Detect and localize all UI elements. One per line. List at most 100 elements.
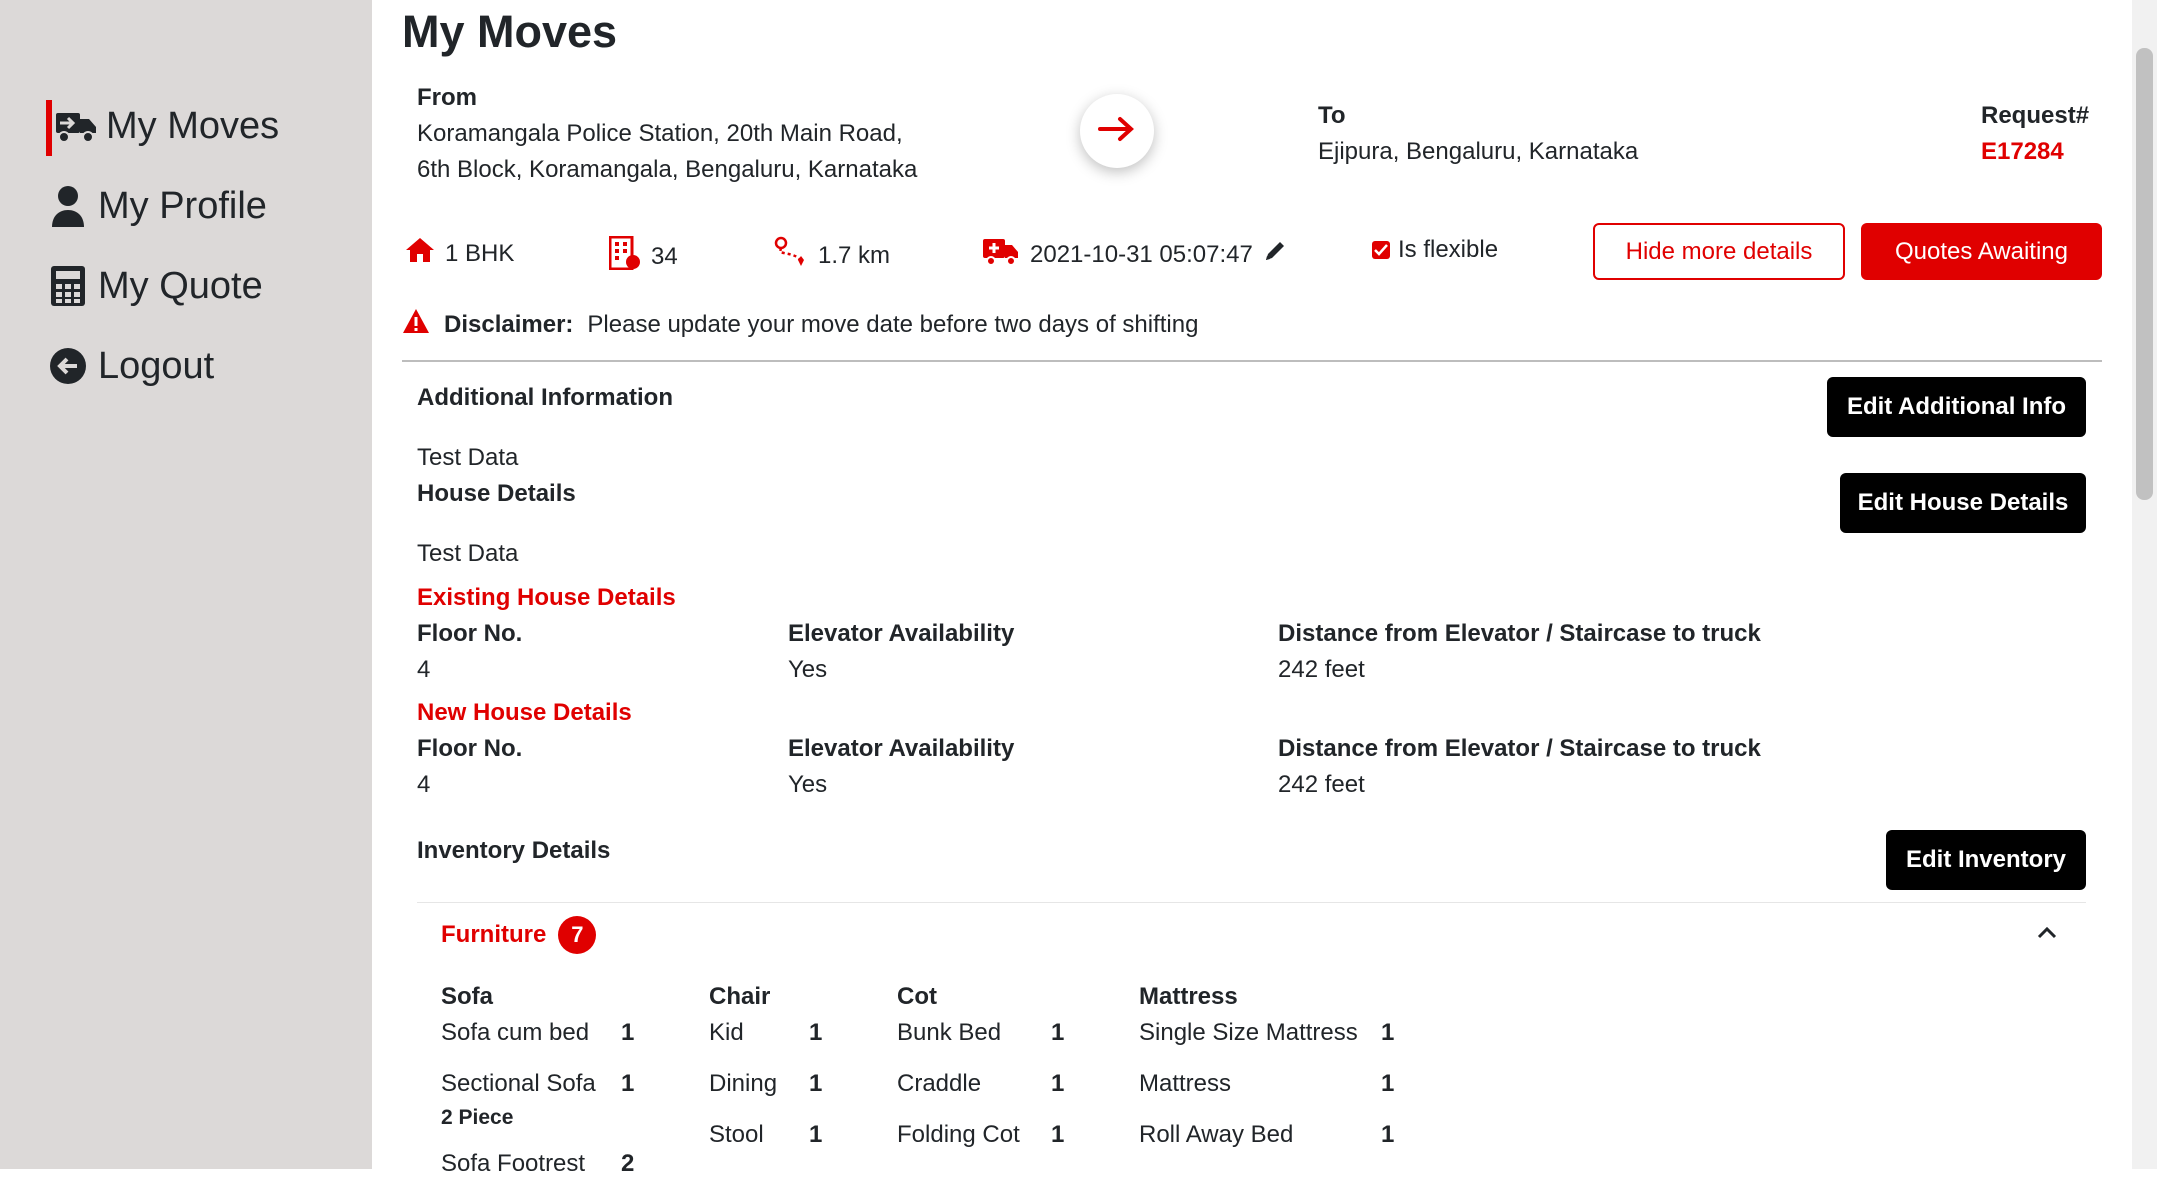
existing-elevator-label: Elevator Availability xyxy=(788,620,1015,647)
vertical-scrollbar[interactable] xyxy=(2132,0,2157,1169)
sidebar-item-label: My Quote xyxy=(98,264,263,307)
arrow-right-icon xyxy=(1098,116,1136,147)
building-icon xyxy=(608,235,641,277)
scrollbar-thumb[interactable] xyxy=(2136,48,2153,500)
item-name: Roll Away Bed xyxy=(1139,1121,1294,1148)
item-qty: 1 xyxy=(1381,1121,1395,1148)
existing-house-title: Existing House Details xyxy=(417,584,676,611)
calculator-icon xyxy=(46,264,90,308)
item-name: Folding Cot xyxy=(897,1121,1020,1148)
item-name: Stool xyxy=(709,1121,764,1148)
item-qty: 1 xyxy=(1051,1070,1065,1097)
item-name: Mattress xyxy=(1139,1070,1232,1097)
item-qty: 1 xyxy=(809,1070,823,1097)
existing-elevator-value: Yes xyxy=(788,656,828,683)
from-address-line2: 6th Block, Koramangala, Bengaluru, Karna… xyxy=(417,156,918,183)
item-subtype: 2 Piece xyxy=(441,1106,514,1129)
disclaimer-label: Disclaimer: xyxy=(444,310,574,338)
existing-floor-value: 4 xyxy=(417,656,431,683)
category-title: Furniture xyxy=(441,921,547,948)
request-id[interactable]: E17284 xyxy=(1981,138,2064,166)
existing-distance-label: Distance from Elevator / Staircase to tr… xyxy=(1278,620,1761,647)
new-distance-label: Distance from Elevator / Staircase to tr… xyxy=(1278,735,1761,762)
group-title-cot: Cot xyxy=(897,983,937,1010)
warning-icon xyxy=(402,308,430,341)
distance-value: 1.7 km xyxy=(818,241,891,269)
sidebar: My Moves My Profile My Quote Logout xyxy=(0,0,372,1169)
sidebar-item-label: My Moves xyxy=(106,104,280,147)
item-qty: 1 xyxy=(1051,1019,1065,1046)
item-qty: 1 xyxy=(1381,1019,1395,1046)
distance-stat: 1.7 km xyxy=(774,236,890,275)
new-house-title: New House Details xyxy=(417,699,632,726)
quotes-awaiting-button[interactable]: Quotes Awaiting xyxy=(1861,223,2102,280)
sidebar-item-logout[interactable]: Logout xyxy=(46,344,214,388)
item-name: Sectional Sofa xyxy=(441,1070,596,1097)
item-qty: 1 xyxy=(621,1070,635,1097)
direction-arrow xyxy=(1080,94,1154,168)
group-title-sofa: Sofa xyxy=(441,983,494,1010)
home-icon xyxy=(405,236,435,271)
edit-additional-info-button[interactable]: Edit Additional Info xyxy=(1827,377,2086,437)
item-name: Sofa Footrest xyxy=(441,1150,586,1177)
truck-arrow-icon xyxy=(54,104,98,148)
edit-house-details-button[interactable]: Edit House Details xyxy=(1840,473,2086,533)
item-qty: 1 xyxy=(621,1019,635,1046)
item-name: Single Size Mattress xyxy=(1139,1019,1358,1046)
from-label: From xyxy=(417,84,477,111)
from-address-line1: Koramangala Police Station, 20th Main Ro… xyxy=(417,120,903,147)
move-date-stat: 2021-10-31 05:07:47 xyxy=(982,236,1287,273)
group-title-mattress: Mattress xyxy=(1139,983,1238,1010)
new-floor-label: Floor No. xyxy=(417,735,523,762)
item-name: Bunk Bed xyxy=(897,1019,1002,1046)
page-title: My Moves xyxy=(402,6,618,57)
flexible-stat: Is flexible xyxy=(1372,236,1498,264)
item-name: Dining xyxy=(709,1070,778,1097)
existing-distance-value: 242 feet xyxy=(1278,656,1365,683)
category-count-badge: 7 xyxy=(558,916,597,954)
to-label: To xyxy=(1318,102,1346,129)
item-qty: 1 xyxy=(809,1019,823,1046)
move-datetime: 2021-10-31 05:07:47 xyxy=(1030,240,1253,268)
request-label: Request# xyxy=(1981,102,2090,129)
additional-info-value: Test Data xyxy=(417,444,519,471)
item-qty: 1 xyxy=(809,1121,823,1148)
inventory-title: Inventory Details xyxy=(417,837,611,864)
chevron-up-icon[interactable] xyxy=(2036,924,2058,945)
bhk-value: 1 BHK xyxy=(445,239,515,267)
sidebar-item-my-profile[interactable]: My Profile xyxy=(46,184,267,228)
hide-more-details-button[interactable]: Hide more details xyxy=(1593,223,1845,280)
floors-stat: 34 xyxy=(608,235,678,277)
pencil-icon[interactable] xyxy=(1263,239,1287,270)
flexible-checkbox[interactable] xyxy=(1372,241,1390,259)
sidebar-item-my-quote[interactable]: My Quote xyxy=(46,264,263,308)
item-qty: 1 xyxy=(1381,1070,1395,1097)
sidebar-item-label: My Profile xyxy=(98,184,267,227)
edit-inventory-button[interactable]: Edit Inventory xyxy=(1886,830,2086,890)
item-name: Craddle xyxy=(897,1070,982,1097)
house-details-title: House Details xyxy=(417,480,576,507)
new-distance-value: 242 feet xyxy=(1278,771,1365,798)
item-qty: 1 xyxy=(1051,1121,1065,1148)
new-elevator-value: Yes xyxy=(788,771,828,798)
furniture-accordion-header[interactable]: Furniture 7 xyxy=(441,916,597,954)
disclaimer-text: Please update your move date before two … xyxy=(587,310,1199,338)
sidebar-item-label: Logout xyxy=(98,344,215,387)
route-icon xyxy=(774,236,808,275)
existing-floor-label: Floor No. xyxy=(417,620,523,647)
to-address: Ejipura, Bengaluru, Karnataka xyxy=(1318,138,1639,165)
disclaimer: Disclaimer: Please update your move date… xyxy=(402,308,1198,341)
item-name: Sofa cum bed xyxy=(441,1019,590,1046)
additional-info-title: Additional Information xyxy=(417,384,673,411)
item-qty: 2 xyxy=(621,1150,635,1177)
sidebar-item-my-moves[interactable]: My Moves xyxy=(54,104,279,148)
floors-value: 34 xyxy=(651,242,678,270)
new-floor-value: 4 xyxy=(417,771,431,798)
inventory-divider xyxy=(417,902,2086,903)
flexible-label: Is flexible xyxy=(1398,236,1499,263)
new-elevator-label: Elevator Availability xyxy=(788,735,1015,762)
active-nav-indicator xyxy=(46,100,52,156)
section-divider xyxy=(402,360,2102,362)
item-name: Kid xyxy=(709,1019,744,1046)
user-icon xyxy=(46,184,90,228)
